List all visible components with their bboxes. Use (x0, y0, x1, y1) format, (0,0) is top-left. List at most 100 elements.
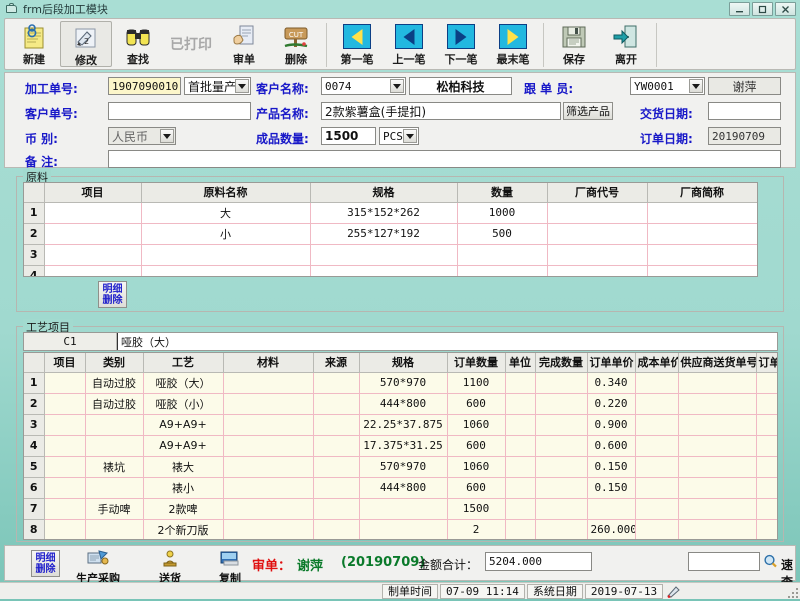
process-cell-supplier-note[interactable] (678, 456, 756, 477)
process-cell-spec[interactable]: 570*970 (359, 456, 447, 477)
process-cell-source[interactable] (313, 414, 359, 435)
process-cell-material[interactable] (223, 435, 313, 456)
material-cell-qty[interactable] (457, 265, 547, 277)
process-cell-material[interactable] (223, 372, 313, 393)
process-cell-category[interactable]: 自动过胶 (85, 393, 143, 414)
process-cell-cost-price[interactable] (635, 519, 678, 540)
customer-code-select[interactable]: 0074 (321, 77, 406, 95)
process-cell-order-qty[interactable]: 1060 (447, 414, 505, 435)
batch-type-select[interactable]: 首批量产 (184, 77, 251, 95)
table-row[interactable]: 3A9+A9+22.25*37.87510600.9009540 (24, 414, 778, 435)
process-cell-unit-price[interactable]: 0.220 (587, 393, 635, 414)
process-cell-done-qty[interactable] (535, 477, 587, 498)
approve-button[interactable]: 审单 (218, 21, 270, 67)
process-col-spec[interactable]: 规格 (359, 353, 447, 372)
process-cell-supplier-note[interactable] (678, 435, 756, 456)
process-cell-total-price[interactable]: 520 (756, 519, 778, 540)
material-col-vendor-code[interactable]: 厂商代号 (547, 183, 647, 202)
delete-button[interactable]: CUT 删除 (270, 21, 322, 67)
delivery-date-input[interactable] (708, 102, 781, 120)
process-cell-supplier-note[interactable] (678, 498, 756, 519)
prev-record-button[interactable]: 上一笔 (383, 21, 435, 67)
next-record-button[interactable]: 下一笔 (435, 21, 487, 67)
finished-qty-input[interactable]: 1500 (321, 127, 376, 145)
process-cell-source[interactable] (313, 498, 359, 519)
process-cell-value-input[interactable]: 哑胶（大） (117, 333, 777, 350)
follower-code-select[interactable]: YW0001 (630, 77, 705, 95)
process-cell-process[interactable]: 裱大 (143, 456, 223, 477)
process-cell-process[interactable]: A9+A9+ (143, 435, 223, 456)
material-grid[interactable]: 项目 原料名称 规格 数量 厂商代号 厂商简称 1 大 315*152*262 … (23, 182, 758, 277)
process-cell-total-price[interactable]: 0 (756, 498, 778, 519)
process-cell-done-qty[interactable] (535, 435, 587, 456)
process-cell-material[interactable] (223, 498, 313, 519)
process-cell-item[interactable] (44, 498, 85, 519)
process-col-total-price[interactable]: 订单总价 (756, 353, 778, 372)
material-cell-item[interactable] (44, 223, 141, 244)
process-cell-unit[interactable] (505, 435, 535, 456)
process-cell-spec[interactable] (359, 498, 447, 519)
table-row[interactable]: 2 小 255*127*192 500 (24, 223, 757, 244)
process-cell-spec[interactable]: 444*800 (359, 393, 447, 414)
process-cell-cost-price[interactable] (635, 456, 678, 477)
bottom-detail-delete-button[interactable]: 明细 删除 (31, 550, 60, 577)
unit-select[interactable]: PCS (379, 127, 419, 145)
process-cell-supplier-note[interactable] (678, 477, 756, 498)
process-cell-done-qty[interactable] (535, 456, 587, 477)
material-cell-spec[interactable] (310, 265, 457, 277)
material-cell-name[interactable]: 大 (141, 202, 310, 223)
process-cell-item[interactable] (44, 414, 85, 435)
process-cell-unit-price[interactable]: 260.000 (587, 519, 635, 540)
process-cell-source[interactable] (313, 393, 359, 414)
process-cell-source[interactable] (313, 477, 359, 498)
process-col-order-qty[interactable]: 订单数量 (447, 353, 505, 372)
material-cell-vendor-short[interactable] (647, 202, 757, 223)
production-purchase-button[interactable]: 生产采购 (67, 548, 129, 586)
process-cell-category[interactable]: 手动啤 (85, 498, 143, 519)
process-cell-supplier-note[interactable] (678, 393, 756, 414)
process-cell-done-qty[interactable] (535, 519, 587, 540)
edit-button[interactable]: 2 修改 (60, 21, 112, 67)
process-cell-unit-price[interactable]: 0.340 (587, 372, 635, 393)
process-cell-process[interactable]: 2款啤 (143, 498, 223, 519)
table-row[interactable]: 4 (24, 265, 757, 277)
process-cell-unit[interactable] (505, 519, 535, 540)
process-col-item[interactable]: 项目 (44, 353, 85, 372)
process-col-unit-price[interactable]: 订单单价 (587, 353, 635, 372)
process-cell-order-qty[interactable]: 1100 (447, 372, 505, 393)
filter-product-button[interactable]: 筛选产品 (563, 102, 613, 120)
chevron-down-icon[interactable] (689, 79, 703, 93)
new-button[interactable]: 新建 (8, 21, 60, 67)
process-cell-cost-price[interactable] (635, 372, 678, 393)
process-cell-total-price[interactable]: 954 (756, 414, 778, 435)
process-cell-category[interactable] (85, 414, 143, 435)
table-row[interactable]: 4A9+A9+17.375*31.256000.6003600 (24, 435, 778, 456)
table-row[interactable]: 3 (24, 244, 757, 265)
chevron-down-icon[interactable] (160, 129, 174, 143)
first-record-button[interactable]: 第一笔 (331, 21, 383, 67)
process-cell-item[interactable] (44, 519, 85, 540)
process-cell-spec[interactable]: 17.375*31.25 (359, 435, 447, 456)
material-cell-spec[interactable] (310, 244, 457, 265)
process-cell-process[interactable]: 2个新刀版 (143, 519, 223, 540)
material-col-spec[interactable]: 规格 (310, 183, 457, 202)
process-col-supplier-note[interactable]: 供应商送货单号 (678, 353, 756, 372)
exit-button[interactable]: 离开 (600, 21, 652, 67)
process-cell-category[interactable]: 自动过胶 (85, 372, 143, 393)
remark-input[interactable] (108, 150, 781, 168)
process-cell-total-price[interactable]: 360 (756, 435, 778, 456)
material-cell-vendor-code[interactable] (547, 223, 647, 244)
process-cell-order-qty[interactable]: 2 (447, 519, 505, 540)
product-name-input[interactable]: 2款紫薯盒(手提扣) (321, 102, 561, 120)
process-cell-total-price[interactable]: 132 (756, 393, 778, 414)
customer-order-input[interactable] (108, 102, 251, 120)
table-row[interactable]: 7手动啤2款啤150000 (24, 498, 778, 519)
process-cell-supplier-note[interactable] (678, 519, 756, 540)
save-button[interactable]: 保存 (548, 21, 600, 67)
material-cell-spec[interactable]: 255*127*192 (310, 223, 457, 244)
process-col-process[interactable]: 工艺 (143, 353, 223, 372)
material-cell-name[interactable] (141, 265, 310, 277)
process-cell-spec[interactable]: 570*970 (359, 372, 447, 393)
material-cell-qty[interactable] (457, 244, 547, 265)
process-cell-spec[interactable]: 22.25*37.875 (359, 414, 447, 435)
